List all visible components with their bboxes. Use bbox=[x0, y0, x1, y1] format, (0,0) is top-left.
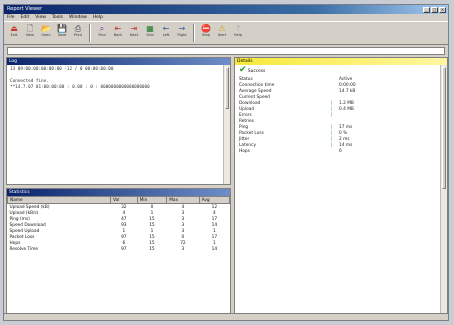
toolbar-button-label: Help bbox=[234, 33, 242, 37]
menu-bar: File Edit View Tools Window Help bbox=[4, 14, 448, 21]
details-pane: Details ✔ Success Status Active Connection… bbox=[234, 57, 448, 314]
toolbar-button[interactable]: ⏏ Exit bbox=[7, 24, 21, 44]
menu-item[interactable]: Tools bbox=[52, 14, 63, 21]
menu-item[interactable]: Window bbox=[69, 14, 87, 21]
cell-value: 97 bbox=[121, 246, 127, 252]
cell-value: 14 bbox=[211, 246, 218, 252]
toolbar-button[interactable]: 💾 Save bbox=[55, 24, 69, 44]
detail-marker bbox=[331, 149, 339, 155]
address-row bbox=[7, 47, 445, 55]
toolbar-separator bbox=[89, 24, 91, 42]
detail-value: 0.4 MB bbox=[339, 107, 354, 112]
toolbar-button-label: Back bbox=[113, 33, 123, 37]
save-icon: 💾 bbox=[57, 24, 67, 33]
toolbar-button[interactable]: ⇥ Next bbox=[127, 24, 141, 44]
log-scrollbar[interactable] bbox=[223, 65, 230, 184]
column-header[interactable]: Min bbox=[136, 196, 168, 204]
log-line: **14.7.07 01:00:00:00 : 0.00 : 0 : 00000… bbox=[10, 85, 150, 90]
toolbar-button-label: Alert bbox=[217, 33, 227, 37]
new-icon: 🗋 bbox=[26, 24, 34, 33]
log-text: 13 09:00:00:00:00:00 -12 / 0 00:00:00:00… bbox=[7, 65, 230, 93]
toolbar-button[interactable]: ⇤ Back bbox=[111, 24, 125, 44]
toolbar-button[interactable]: 📂 Open bbox=[39, 24, 53, 44]
toolbar-button[interactable]: ⛔ Stop bbox=[199, 24, 213, 44]
status-bar bbox=[4, 313, 448, 320]
details-status: ✔ Success bbox=[235, 65, 447, 76]
toolbar-button[interactable]: ⌕ Find bbox=[95, 24, 109, 44]
log-pane-title: Log bbox=[7, 58, 230, 65]
close-button[interactable]: × bbox=[439, 6, 446, 13]
right-icon: → bbox=[178, 24, 186, 33]
warning-icon: ⚠ bbox=[218, 24, 226, 33]
toolbar-button[interactable]: 🗋 New bbox=[23, 24, 37, 44]
help-icon: ? bbox=[235, 24, 241, 33]
toolbar-button-label: Print bbox=[73, 33, 83, 37]
row-label: Resolve Time bbox=[9, 246, 39, 252]
detail-value: 6 bbox=[339, 149, 342, 154]
left-icon: ← bbox=[162, 24, 170, 33]
stats-pane-title: Statistics bbox=[7, 189, 230, 196]
minimize-button[interactable]: _ bbox=[423, 6, 430, 13]
toolbar-button-label: New bbox=[26, 33, 34, 37]
back-icon: ⇤ bbox=[114, 24, 122, 33]
toolbar-button-label: Right bbox=[177, 33, 187, 37]
stop-icon: ⛔ bbox=[201, 24, 211, 33]
toolbar-button-label: Stop bbox=[202, 33, 210, 37]
find-icon: ⌕ bbox=[99, 24, 105, 33]
open-icon: 📂 bbox=[41, 24, 51, 33]
exit-icon: ⏏ bbox=[10, 24, 18, 33]
menu-item[interactable]: View bbox=[35, 14, 46, 21]
log-pane: Log 13 09:00:00:00:00:00 -12 / 0 00:00:0… bbox=[6, 57, 231, 185]
toolbar-button[interactable]: → Right bbox=[175, 24, 189, 44]
toolbar-button-label: Open bbox=[41, 33, 51, 37]
table-row[interactable]: Resolve Time 97 15 3 14 bbox=[8, 246, 230, 252]
detail-value: 14.7 kB bbox=[339, 89, 356, 94]
column-header[interactable]: Max bbox=[166, 196, 200, 204]
window-title: Report Viewer bbox=[7, 6, 43, 12]
menu-item[interactable]: Help bbox=[93, 14, 103, 21]
toolbar-separator bbox=[193, 24, 195, 42]
toolbar-button-label: Left bbox=[162, 33, 170, 37]
stats-pane: Statistics Name Val Min Max Avg Upload Speed… bbox=[6, 188, 231, 314]
app-window: Report Viewer _ □ × File Edit View Tools Win… bbox=[3, 4, 449, 321]
toolbar-button-label: Find bbox=[98, 33, 106, 37]
toolbar-button[interactable]: ← Left bbox=[159, 24, 173, 44]
toolbar-button-label: Save bbox=[57, 33, 67, 37]
details-scrollbar[interactable] bbox=[440, 65, 447, 313]
next-icon: ⇥ bbox=[130, 24, 138, 33]
cell-value: 15 bbox=[149, 246, 155, 252]
toolbar-button-label: Exit bbox=[10, 33, 18, 37]
toolbar-button[interactable]: ⚠ Alert bbox=[215, 24, 229, 44]
cell-value: 3 bbox=[181, 246, 185, 252]
title-bar: Report Viewer _ □ × bbox=[4, 5, 448, 14]
details-pane-title: Details bbox=[235, 58, 447, 65]
detail-row: Hops 6 bbox=[239, 149, 443, 155]
address-field[interactable] bbox=[7, 47, 445, 55]
column-header[interactable]: Name bbox=[7, 196, 111, 204]
toolbar-button[interactable]: ? Help bbox=[231, 24, 245, 44]
toolbar-button[interactable]: ⎙ Print bbox=[71, 24, 85, 44]
column-header[interactable]: Val bbox=[109, 196, 138, 204]
print-icon: ⎙ bbox=[74, 24, 82, 33]
grid-icon: ▦ bbox=[146, 24, 154, 33]
toolbar-button-label: Grid bbox=[146, 33, 154, 37]
toolbar-button[interactable]: ▦ Grid bbox=[143, 24, 157, 44]
menu-item[interactable]: Edit bbox=[21, 14, 30, 21]
status-text: Success bbox=[247, 69, 266, 74]
menu-item[interactable]: File bbox=[7, 14, 15, 21]
details-list: Status Active Connection time 0:00:00 Averag… bbox=[235, 76, 447, 156]
maximize-button[interactable]: □ bbox=[431, 6, 438, 13]
toolbar: ⏏ Exit 🗋 New 📂 Open 💾 Save ⎙ Print ⌕ Find ⇤ Back ⇥ Next… bbox=[4, 21, 448, 45]
column-header[interactable]: Avg bbox=[198, 196, 230, 204]
stats-table: Name Val Min Max Avg Upload Speed (kB) 32 0 4 12… bbox=[7, 196, 230, 252]
detail-label: Hops bbox=[239, 149, 250, 154]
check-icon: ✔ bbox=[239, 65, 247, 75]
toolbar-button-label: Next bbox=[129, 33, 139, 37]
